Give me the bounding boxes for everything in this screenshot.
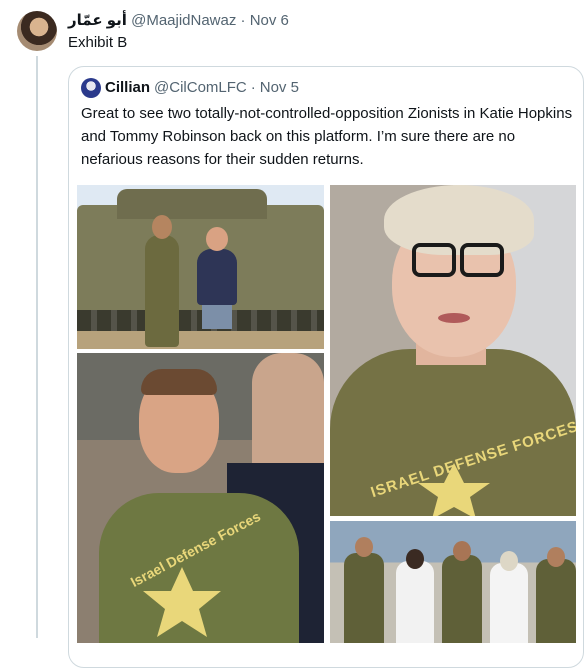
thread-line: [36, 56, 38, 638]
quote-header: Cillian @CilComLFC · Nov 5: [81, 78, 299, 98]
ground: [77, 331, 324, 349]
photo-group-soldiers[interactable]: [330, 521, 576, 643]
quote-text: Great to see two totally-not-controlled-…: [81, 105, 573, 168]
quote-separator: ·: [250, 79, 256, 96]
woman-figure: [490, 563, 528, 643]
tank-tracks: [77, 310, 324, 332]
soldier-head: [152, 215, 172, 239]
soldier-head: [453, 541, 471, 561]
soldier-figure: [536, 559, 576, 643]
tweet-date[interactable]: Nov 6: [250, 12, 289, 29]
photo-woman-idf-shirt[interactable]: ISRAEL DEFENSE FORCES: [330, 185, 576, 516]
author-name[interactable]: أبو عمّار: [68, 12, 127, 29]
man-shorts: [202, 305, 232, 329]
glasses-left-lens: [412, 243, 456, 277]
woman-figure: [396, 561, 434, 643]
quote-date[interactable]: Nov 5: [260, 78, 299, 98]
photo-man-idf-shirt[interactable]: Israel Defense Forces: [77, 353, 324, 643]
header-separator: ·: [240, 12, 246, 29]
soldier-figure: [344, 553, 384, 643]
soldier-head: [355, 537, 373, 557]
tweet-header: أبو عمّار @MaajidNawaz · Nov 6: [68, 11, 289, 31]
glasses-right-lens: [460, 243, 504, 277]
photo-tank[interactable]: [77, 185, 324, 349]
author-handle[interactable]: @MaajidNawaz: [131, 12, 236, 29]
quote-author-name[interactable]: Cillian: [105, 78, 150, 98]
tank-turret: [117, 189, 267, 219]
quote-author-handle[interactable]: @CilComLFC: [154, 78, 247, 98]
woman-hair: [384, 185, 534, 255]
soldier-figure: [442, 555, 482, 643]
man-hair: [141, 369, 217, 395]
quote-author-avatar[interactable]: [81, 78, 101, 98]
tweet-text: Exhibit B: [68, 34, 128, 51]
quoted-tweet[interactable]: Cillian @CilComLFC · Nov 5 Great to see …: [68, 66, 584, 668]
man-figure: [197, 249, 237, 305]
man-head: [206, 227, 228, 251]
idf-emblem-icon: [418, 463, 490, 516]
woman-head: [500, 551, 518, 571]
soldier-head: [547, 547, 565, 567]
woman-mouth: [438, 313, 470, 323]
author-avatar[interactable]: [17, 11, 57, 51]
woman-head: [406, 549, 424, 569]
soldier-figure: [145, 235, 179, 347]
